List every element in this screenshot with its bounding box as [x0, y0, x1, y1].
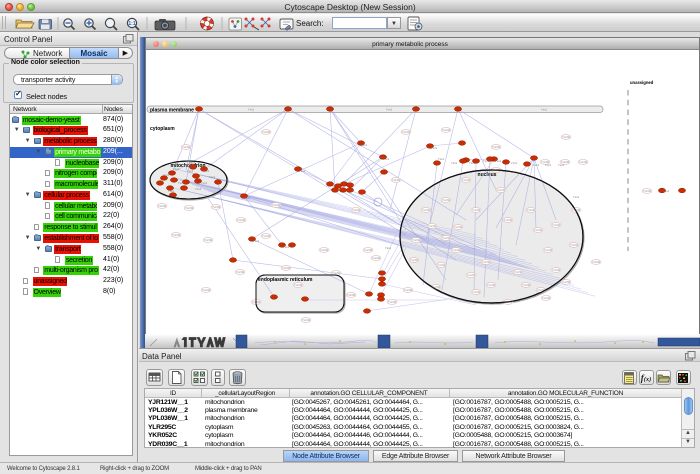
svg-text:Yxx1W: Yxx1W: [527, 208, 536, 212]
svg-text:Yxx1: Yxx1: [469, 161, 476, 165]
svg-text:Yxx1: Yxx1: [283, 245, 290, 249]
svg-text:Yxx1: Yxx1: [573, 195, 580, 199]
svg-text:Yxx1W: Yxx1W: [643, 189, 652, 193]
svg-text:unassigned: unassigned: [630, 80, 654, 85]
svg-text:Yxx1W: Yxx1W: [412, 238, 421, 242]
svg-text:Yxx1: Yxx1: [195, 187, 202, 191]
svg-text:Yxx1: Yxx1: [244, 196, 251, 200]
svg-text:Yxx1W: Yxx1W: [282, 266, 291, 270]
svg-text:Yxx1W: Yxx1W: [388, 300, 397, 304]
svg-text:Yxx1W: Yxx1W: [272, 203, 281, 207]
svg-text:Yxx1: Yxx1: [541, 108, 548, 112]
svg-text:Yxx1W: Yxx1W: [452, 248, 461, 252]
svg-text:Yxx1W: Yxx1W: [185, 206, 194, 210]
svg-text:Yxx1W: Yxx1W: [552, 268, 561, 272]
svg-text:Yxx1W: Yxx1W: [294, 283, 303, 287]
svg-text:Yxx1W: Yxx1W: [347, 293, 356, 297]
svg-text:Yxx1W: Yxx1W: [302, 318, 311, 322]
svg-text:Yxx1W: Yxx1W: [410, 258, 419, 262]
svg-text:Yxx1W: Yxx1W: [332, 271, 341, 275]
svg-text:Yxx1: Yxx1: [253, 239, 260, 243]
svg-text:endoplasmic reticulum: endoplasmic reticulum: [258, 277, 313, 283]
svg-text:Yxx1W: Yxx1W: [442, 236, 451, 240]
svg-text:Yxx1W: Yxx1W: [364, 248, 373, 252]
svg-text:Yxx1W: Yxx1W: [482, 260, 491, 264]
svg-text:Yxx1W: Yxx1W: [487, 283, 496, 287]
svg-text:Yxx1W: Yxx1W: [472, 208, 481, 212]
svg-text:Yxx1W: Yxx1W: [204, 238, 213, 242]
svg-text:Yxx1W: Yxx1W: [212, 205, 221, 209]
svg-text:Yxx1W: Yxx1W: [422, 208, 431, 212]
svg-text:Yxx1W: Yxx1W: [467, 273, 476, 277]
svg-text:Yxx1W: Yxx1W: [428, 224, 437, 228]
svg-text:Yxx1W: Yxx1W: [462, 178, 471, 182]
svg-text:Yxx1: Yxx1: [495, 159, 502, 163]
svg-text:Yxx1W: Yxx1W: [442, 128, 451, 132]
svg-text:Yxx1W: Yxx1W: [172, 233, 181, 237]
svg-text:Yxx1W: Yxx1W: [437, 263, 446, 267]
svg-text:Yxx1W: Yxx1W: [262, 234, 271, 238]
svg-text:Yxx1W: Yxx1W: [237, 218, 246, 222]
svg-text:Yxx1: Yxx1: [558, 163, 565, 167]
svg-text:Yxx1: Yxx1: [431, 146, 438, 150]
svg-text:Yxx1W: Yxx1W: [352, 208, 361, 212]
svg-text:f(x): f(x): [641, 373, 652, 383]
svg-text:Yxx1W: Yxx1W: [552, 223, 561, 227]
svg-text:Yxx1: Yxx1: [386, 108, 393, 112]
svg-text:Yxx1: Yxx1: [383, 157, 390, 161]
svg-text:Yxx1W: Yxx1W: [442, 198, 451, 202]
svg-text:Yxx1: Yxx1: [163, 173, 170, 177]
svg-text:Yxx1: Yxx1: [209, 175, 216, 179]
svg-text:Yxx1: Yxx1: [201, 181, 208, 185]
svg-text:cytoplasm: cytoplasm: [150, 126, 175, 132]
svg-text:Yxx1W: Yxx1W: [592, 260, 601, 264]
svg-text:Yxx1: Yxx1: [173, 167, 180, 171]
svg-text:Yxx1: Yxx1: [511, 161, 518, 165]
svg-text:Yxx1W: Yxx1W: [522, 283, 531, 287]
svg-text:Yxx1W: Yxx1W: [372, 256, 381, 260]
svg-text:Yxx1W: Yxx1W: [320, 248, 329, 252]
svg-text:Yxx1W: Yxx1W: [158, 204, 167, 208]
svg-text:Yxx1W: Yxx1W: [579, 160, 588, 164]
svg-text:Yxx1W: Yxx1W: [182, 145, 191, 149]
svg-text:Yxx1W: Yxx1W: [202, 288, 211, 292]
svg-text:Yxx1W: Yxx1W: [472, 290, 481, 294]
svg-text:Yxx1W: Yxx1W: [562, 135, 571, 139]
svg-text:Yxx1: Yxx1: [168, 189, 175, 193]
svg-text:Yxx1W: Yxx1W: [534, 228, 543, 232]
svg-text:Yxx1: Yxx1: [663, 189, 670, 193]
svg-text:Yxx1W: Yxx1W: [504, 218, 513, 222]
svg-text:Yxx1: Yxx1: [178, 181, 185, 185]
svg-text:Yxx1: Yxx1: [299, 169, 306, 173]
svg-text:nucleus: nucleus: [478, 172, 497, 178]
svg-text:Yxx1: Yxx1: [187, 169, 194, 173]
svg-text:Yxx1W: Yxx1W: [497, 188, 506, 192]
svg-text:Yxx1: Yxx1: [533, 163, 540, 167]
svg-text:Yxx1W: Yxx1W: [570, 243, 579, 247]
svg-text:Yxx1: Yxx1: [203, 169, 210, 173]
svg-text:Yxx1W: Yxx1W: [514, 270, 523, 274]
svg-text:Yxx1W: Yxx1W: [404, 288, 413, 292]
svg-text:1:1: 1:1: [128, 21, 135, 27]
svg-text:Yxx1: Yxx1: [248, 108, 255, 112]
svg-text:Yxx1W: Yxx1W: [402, 130, 411, 134]
svg-text:Yxx1W: Yxx1W: [454, 225, 463, 229]
svg-text:Yxx1: Yxx1: [438, 157, 445, 161]
svg-text:Yxx1W: Yxx1W: [562, 280, 571, 284]
svg-text:Yxx1: Yxx1: [451, 161, 458, 165]
svg-text:Yxx1: Yxx1: [385, 246, 392, 250]
svg-text:Yxx1W: Yxx1W: [542, 296, 551, 300]
svg-text:Yxx1: Yxx1: [545, 163, 552, 167]
svg-text:Yxx1W: Yxx1W: [262, 130, 271, 134]
svg-text:Yxx1W: Yxx1W: [392, 178, 401, 182]
svg-text:plasma membrane: plasma membrane: [150, 108, 194, 114]
svg-text:Yxx1W: Yxx1W: [492, 145, 501, 149]
svg-text:Yxx1: Yxx1: [483, 159, 490, 163]
svg-text:Yxx1: Yxx1: [361, 143, 368, 147]
svg-text:Yxx1W: Yxx1W: [236, 270, 245, 274]
svg-text:Yxx1W: Yxx1W: [544, 248, 553, 252]
